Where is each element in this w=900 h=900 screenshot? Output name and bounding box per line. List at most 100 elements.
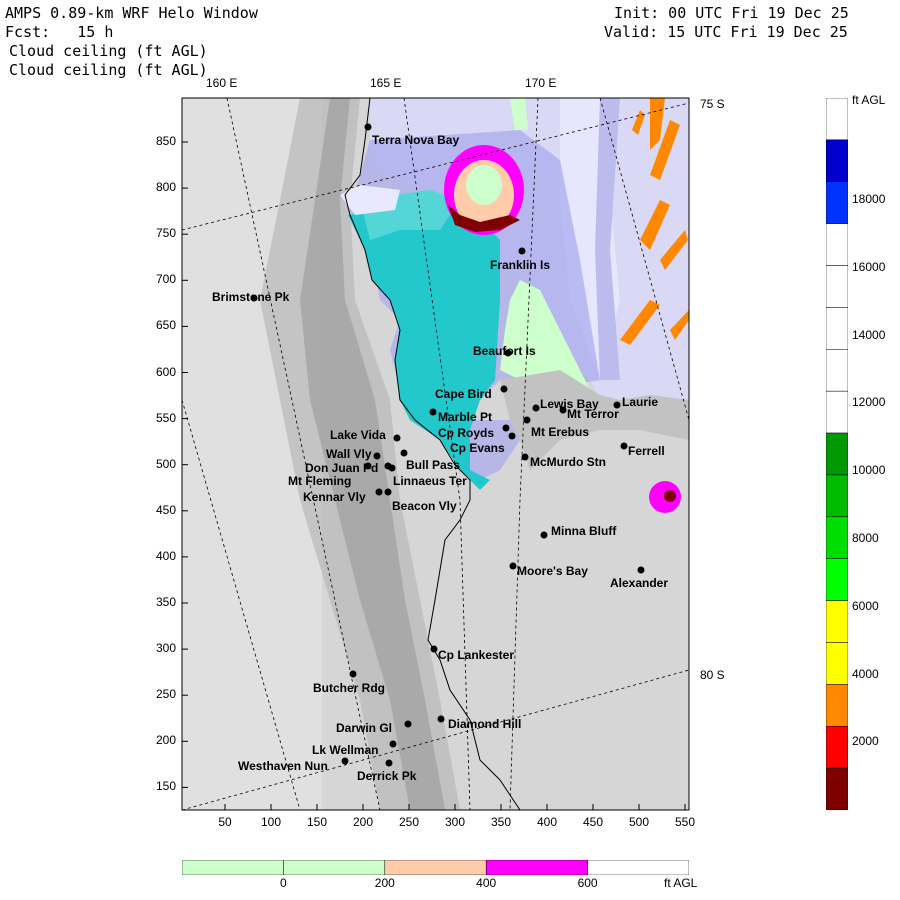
station-marker bbox=[430, 645, 438, 653]
lat-label-80: 80 S bbox=[700, 668, 725, 682]
station-marker bbox=[521, 453, 529, 461]
x-tick-label: 400 bbox=[536, 815, 558, 829]
station-marker bbox=[400, 449, 408, 457]
y-tick-label: 400 bbox=[155, 548, 176, 563]
colorbar-right-segment bbox=[826, 725, 848, 769]
station-label: Wall Vly bbox=[326, 447, 372, 461]
station-marker bbox=[429, 408, 437, 416]
station-label: Cp Lankester bbox=[438, 648, 514, 662]
lon-label-165: 165 E bbox=[370, 76, 402, 90]
station-marker bbox=[502, 424, 510, 432]
colorbar-bottom-tick: 0 bbox=[280, 876, 287, 890]
station-marker bbox=[620, 442, 628, 450]
colorbar-right-segment bbox=[826, 98, 848, 141]
station-marker bbox=[404, 720, 412, 728]
station-marker bbox=[388, 464, 396, 472]
colorbar-bottom-segment bbox=[485, 860, 588, 875]
colorbar-right-segment bbox=[826, 474, 848, 518]
lon-label-170: 170 E bbox=[525, 76, 557, 90]
station-marker bbox=[637, 566, 645, 574]
y-tick-label: 550 bbox=[155, 410, 176, 425]
x-tick-label: 250 bbox=[398, 815, 420, 829]
colorbar-right-tick: 10000 bbox=[852, 463, 886, 478]
colorbar-right-segment bbox=[826, 600, 848, 643]
station-label: Ferrell bbox=[628, 444, 665, 458]
colorbar-right-tick: 12000 bbox=[852, 395, 886, 410]
colorbar-bottom-unit: ft AGL bbox=[664, 876, 698, 890]
station-marker bbox=[364, 123, 372, 131]
station-marker bbox=[508, 432, 516, 440]
y-tick-label: 800 bbox=[155, 180, 176, 195]
colorbar-right-tick: 14000 bbox=[852, 327, 886, 342]
colorbar-right-segment bbox=[826, 223, 848, 266]
station-label: Minna Bluff bbox=[551, 524, 617, 538]
station-label: Derrick Pk bbox=[357, 769, 417, 783]
colorbar-right-segment bbox=[826, 767, 848, 810]
station-label: Cape Bird bbox=[435, 387, 492, 401]
colorbar-right bbox=[826, 98, 848, 810]
station-label: Beacon Vly bbox=[392, 499, 457, 513]
station-label: Mt Erebus bbox=[531, 425, 589, 439]
colorbar-right-segment bbox=[826, 181, 848, 224]
y-tick-label: 150 bbox=[155, 779, 176, 794]
station-label: Franklin Is bbox=[490, 258, 550, 272]
station-marker bbox=[500, 385, 508, 393]
station-marker bbox=[384, 488, 392, 496]
station-label: Diamond Hill bbox=[448, 717, 521, 731]
colorbar-right-segment bbox=[826, 390, 848, 434]
station-label: Lake Vida bbox=[330, 428, 386, 442]
map-canvas: Terra Nova Bay Franklin Is Brimstone Pk Bea… bbox=[181, 97, 690, 811]
colorbar-bottom bbox=[182, 860, 689, 875]
colorbar-bottom-segment bbox=[587, 860, 689, 875]
colorbar-right-tick: 8000 bbox=[852, 531, 879, 545]
station-label: Darwin Gl bbox=[336, 721, 392, 735]
station-marker bbox=[349, 670, 357, 678]
colorbar-right-segment bbox=[826, 139, 848, 183]
x-tick-label: 300 bbox=[444, 815, 466, 829]
y-tick-label: 200 bbox=[155, 733, 176, 748]
station-label: Don Juan Pd bbox=[305, 461, 378, 475]
colorbar-right-segment bbox=[826, 307, 848, 350]
station-marker bbox=[375, 488, 383, 496]
colorbar-bottom-segment bbox=[182, 860, 284, 875]
x-tick-label: 150 bbox=[306, 815, 328, 829]
y-tick-label: 700 bbox=[155, 272, 176, 287]
station-label: Butcher Rdg bbox=[313, 681, 385, 695]
y-tick-label: 850 bbox=[155, 134, 176, 148]
station-marker bbox=[509, 562, 517, 570]
colorbar-right-segment bbox=[826, 265, 848, 308]
colorbar-right-tick: 18000 bbox=[852, 192, 886, 206]
colorbar-right-segment bbox=[826, 558, 848, 601]
y-tick-label: 500 bbox=[155, 456, 176, 471]
station-label: Alexander bbox=[610, 576, 668, 590]
station-marker bbox=[389, 740, 397, 748]
station-label: Laurie bbox=[622, 395, 658, 409]
colorbar-bottom-tick: 400 bbox=[476, 876, 497, 890]
y-tick-label: 350 bbox=[155, 595, 176, 609]
lat-label-75: 75 S bbox=[700, 97, 725, 111]
colorbar-right-segment bbox=[826, 432, 848, 476]
station-marker bbox=[385, 759, 393, 767]
station-label: McMurdo Stn bbox=[530, 455, 606, 469]
station-label: Bull Pass bbox=[406, 458, 460, 472]
station-label: Marble Pt bbox=[438, 410, 492, 424]
colorbar-bottom-segment bbox=[384, 860, 487, 875]
colorbar-right-tick: 4000 bbox=[852, 666, 879, 681]
station-marker bbox=[559, 406, 567, 414]
colorbar-right-segment bbox=[826, 516, 848, 559]
station-marker bbox=[518, 247, 526, 255]
y-tick-label: 650 bbox=[155, 318, 176, 333]
station-marker bbox=[373, 452, 381, 460]
x-tick-label: 50 bbox=[218, 815, 232, 829]
y-tick-label: 300 bbox=[155, 641, 176, 656]
station-marker bbox=[540, 531, 548, 539]
station-label: Mt Fleming bbox=[288, 474, 351, 488]
station-label: Linnaeus Ter bbox=[393, 474, 467, 488]
station-label: Brimstone Pk bbox=[212, 290, 290, 304]
colorbar-right-segment bbox=[826, 642, 848, 685]
station-label: Kennar Vly bbox=[303, 490, 366, 504]
y-tick-label: 450 bbox=[155, 502, 176, 517]
station-label: Westhaven Nun bbox=[238, 759, 328, 773]
station-marker bbox=[393, 434, 401, 442]
station-marker bbox=[437, 715, 445, 723]
